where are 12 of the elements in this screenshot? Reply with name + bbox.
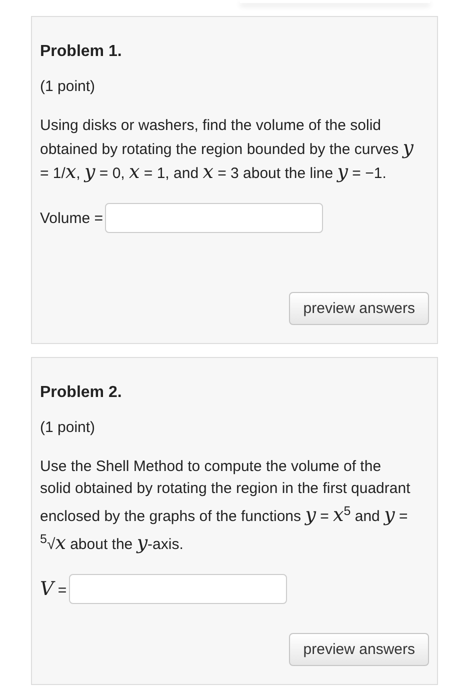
answer-field[interactable] xyxy=(104,203,323,233)
answer-label: Volume = xyxy=(40,210,103,226)
problem-statement: Using disks or washers, find the volume of the solid obtained by rotating the region bounded by the curves y = 1/x, y = 0, x = 1, and x = 3 about the line y = −1. xyxy=(40,116,414,185)
problem-points: (1 point) xyxy=(40,78,96,95)
answer-label: V = xyxy=(40,578,67,600)
preview-answers-button[interactable]: preview answers xyxy=(289,633,429,666)
problem-title: Problem 1. xyxy=(40,43,123,61)
problem-statement: Use the Shell Method to compute the volume of the solid obtained by rotating the region in the first quadrant enclosed by the graphs of the functions y = x$^{5}$ and y = $^{5}$√x about the y-axis. xyxy=(40,457,412,556)
answer-field[interactable] xyxy=(68,574,287,604)
problem-points: (1 point) xyxy=(40,419,96,436)
problem-title: Problem 2. xyxy=(40,384,123,402)
preview-answers-button[interactable]: preview answers xyxy=(289,292,429,325)
